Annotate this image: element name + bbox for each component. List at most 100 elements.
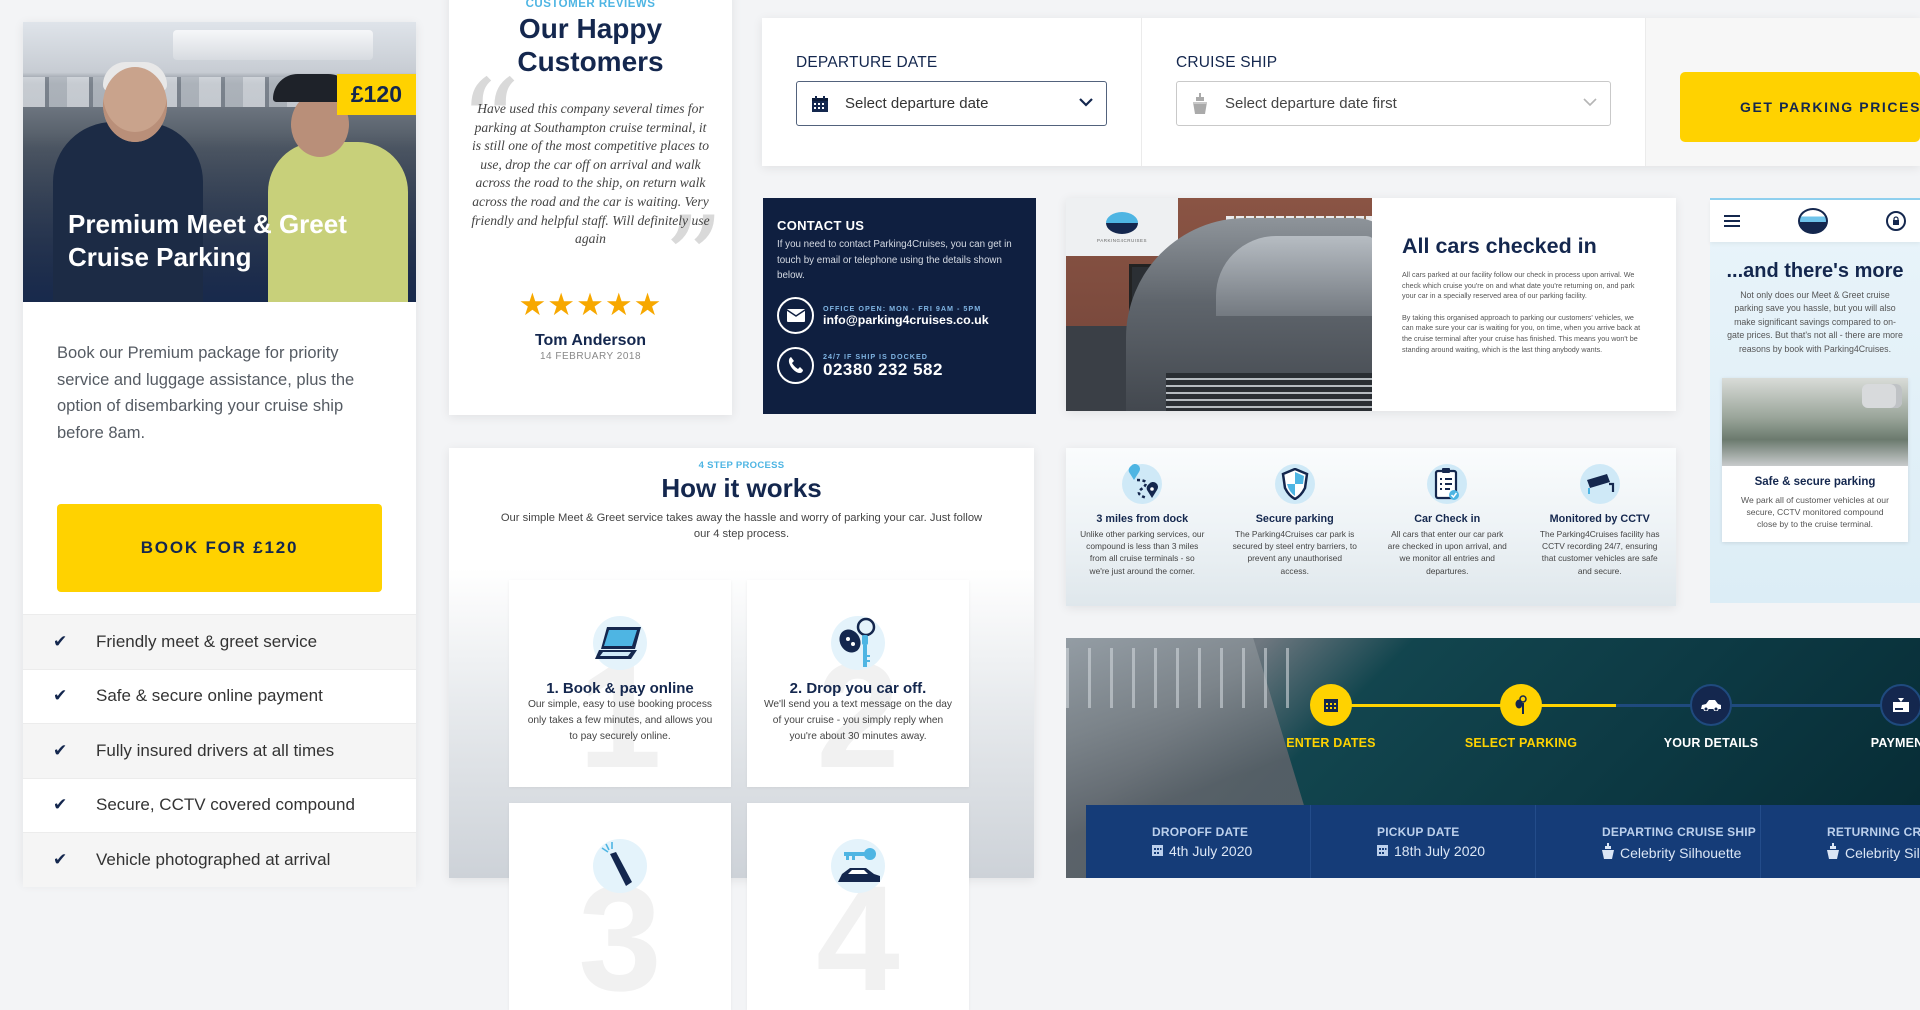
progress-step-enter-dates[interactable]: ENTER DATES (1261, 684, 1401, 750)
booking-summary-bar: DROPOFF DATE 4th July 2020 PICKUP DATE 1… (1086, 805, 1920, 878)
phone-link[interactable]: 02380 232 582 (823, 360, 943, 379)
departure-date-group: DEPARTURE DATE Select departure date (762, 18, 1142, 166)
premium-hero-image: £120 Premium Meet & Greet Cruise Parking (23, 22, 416, 302)
company-sign: PARKING4CRUISES (1066, 198, 1178, 256)
get-parking-prices-button[interactable]: GET PARKING PRICES (1680, 72, 1920, 142)
departure-date-label: DEPARTURE DATE (796, 54, 938, 71)
feature-label: Fully insured drivers at all times (96, 740, 335, 760)
step-card: 4 (747, 803, 969, 1010)
search-action-group: GET PARKING PRICES (1646, 18, 1920, 166)
how-text: Our simple Meet & Greet service takes aw… (500, 512, 983, 540)
clipboard-check-icon (1427, 464, 1468, 504)
mobile-more-preview: ...and there's more Not only does our Me… (1710, 198, 1920, 603)
review-date: 14 FEBRUARY 2018 (539, 350, 642, 362)
sign-text: PARKING4CRUISES (1097, 237, 1147, 243)
summary-departing-ship: DEPARTING CRUISE SHIP Celebrity Silhouet… (1536, 805, 1761, 878)
summary-value-row: Celebrity Silhouette (1602, 843, 1760, 862)
calendar-icon (1152, 843, 1169, 859)
benefit-item: Secure parking The Parking4Cruises car p… (1219, 448, 1372, 606)
step-title: 2. Drop you car off. (789, 680, 927, 697)
contact-email-row[interactable]: OFFICE OPEN: MON - FRI 9AM - 5PM info@pa… (777, 296, 1022, 334)
hamburger-menu-icon[interactable] (1724, 215, 1740, 227)
contact-us-card: CONTACT US If you need to contact Parkin… (763, 198, 1036, 414)
more-text: Not only does our Meet & Greet cruise pa… (1727, 290, 1903, 354)
feature-item: ✔ Fully insured drivers at all times (23, 723, 416, 778)
progress-step-select-parking[interactable]: SELECT PARKING (1451, 684, 1591, 750)
lock-icon[interactable] (1886, 211, 1906, 231)
progress-step-label: PAYMENT (1870, 736, 1920, 750)
checked-in-title: All cars checked in (1402, 234, 1597, 258)
book-button[interactable]: BOOK FOR £120 (57, 504, 382, 592)
phone-icon (777, 346, 814, 384)
check-icon: ✔ (53, 740, 68, 760)
cruise-ship-placeholder: Select departure date first (1225, 95, 1397, 112)
calendar-icon (1377, 843, 1394, 859)
summary-label: DROPOFF DATE (1152, 825, 1249, 839)
check-icon: ✔ (53, 631, 68, 651)
premium-package-card: £120 Premium Meet & Greet Cruise Parking… (23, 22, 416, 887)
summary-value-row: Celebrity Silhouette (1827, 843, 1920, 862)
check-icon: ✔ (53, 795, 68, 815)
benefit-item: 3 miles from dock Unlike other parking s… (1066, 448, 1219, 606)
laptop-icon (593, 616, 647, 670)
mobile-header (1710, 200, 1920, 242)
summary-value-row: 4th July 2020 (1152, 843, 1310, 859)
step-title: 1. Book & pay online (546, 680, 694, 697)
benefit-text: Unlike other parking services, our compo… (1080, 529, 1205, 576)
booking-progress-section: ENTER DATES SELECT PARKING YOUR DETAILS … (1066, 638, 1920, 878)
calendar-icon (1310, 684, 1352, 726)
car-key-return-icon (831, 839, 885, 893)
calendar-icon (809, 95, 831, 113)
car-key-icon (1500, 684, 1542, 726)
benefits-strip: 3 miles from dock Unlike other parking s… (1066, 448, 1676, 606)
summary-pickup-date: PICKUP DATE 18th July 2020 (1311, 805, 1536, 878)
benefit-item: Monitored by CCTV The Parking4Cruises fa… (1524, 448, 1677, 606)
logo-icon[interactable] (1798, 208, 1828, 234)
cruise-ship-graphic (173, 30, 373, 60)
summary-dropoff-date: DROPOFF DATE 4th July 2020 (1086, 805, 1311, 878)
steps-grid: 1 1. Book & pay online Our simple, easy … (509, 580, 969, 1010)
feature-item: ✔ Secure, CCTV covered compound (23, 777, 416, 833)
cruise-ship-group: CRUISE SHIP Select departure date first (1142, 18, 1646, 166)
windscreen-graphic (1216, 236, 1372, 316)
chevron-down-icon (1582, 94, 1598, 114)
company-logo-icon (1106, 211, 1138, 234)
progress-step-label: YOUR DETAILS (1663, 736, 1759, 750)
cruise-ship-label: CRUISE SHIP (1176, 54, 1278, 71)
summary-value: 18th July 2020 (1394, 843, 1486, 859)
cctv-photo (1722, 378, 1908, 467)
secure-parking-title: Safe & secure parking (1754, 476, 1876, 489)
ship-icon (1189, 92, 1211, 115)
email-link[interactable]: info@parking4cruises.co.uk (823, 313, 989, 327)
summary-value: Celebrity Silhouette (1845, 844, 1920, 861)
card-payment-icon (1880, 684, 1920, 726)
checked-in-text: All cars checked in All cars parked at o… (1372, 198, 1676, 411)
route-pin-icon (1122, 464, 1163, 504)
summary-label: PICKUP DATE (1377, 825, 1460, 839)
contact-phone-row[interactable]: 24/7 IF SHIP IS DOCKED 02380 232 582 (777, 346, 1022, 384)
progress-step-label: SELECT PARKING (1464, 736, 1578, 750)
benefit-title: Secure parking (1255, 513, 1334, 525)
departure-date-select[interactable]: Select departure date (796, 81, 1107, 126)
contact-title: CONTACT US (777, 218, 865, 233)
progress-step-your-details[interactable]: YOUR DETAILS (1641, 684, 1781, 750)
progress-step-payment[interactable]: PAYMENT (1831, 684, 1920, 750)
car-icon (1690, 684, 1732, 726)
step-card: 3 (509, 803, 731, 1010)
cctv-camera-icon (1579, 464, 1620, 504)
car-key-icon (831, 616, 885, 670)
feature-label: Secure, CCTV covered compound (96, 795, 355, 815)
contact-text: If you need to contact Parking4Cruises, … (777, 239, 1012, 281)
reviews-card: CUSTOMER REVIEWS Our Happy Customers “ ”… (449, 0, 732, 415)
feature-label: Safe & secure online payment (96, 686, 323, 706)
benefit-text: The Parking4Cruises car park is secured … (1232, 529, 1357, 576)
cruise-ship-select[interactable]: Select departure date first (1176, 81, 1611, 126)
ship-icon (1602, 843, 1620, 862)
review-quote: Have used this company several times for… (471, 101, 710, 247)
benefit-title: Car Check in (1414, 513, 1481, 525)
summary-value: 4th July 2020 (1169, 843, 1253, 859)
champagne-icon (593, 839, 647, 893)
shield-icon (1274, 464, 1315, 504)
progress-step-label: ENTER DATES (1286, 736, 1376, 750)
summary-label: DEPARTING CRUISE SHIP (1602, 825, 1756, 839)
